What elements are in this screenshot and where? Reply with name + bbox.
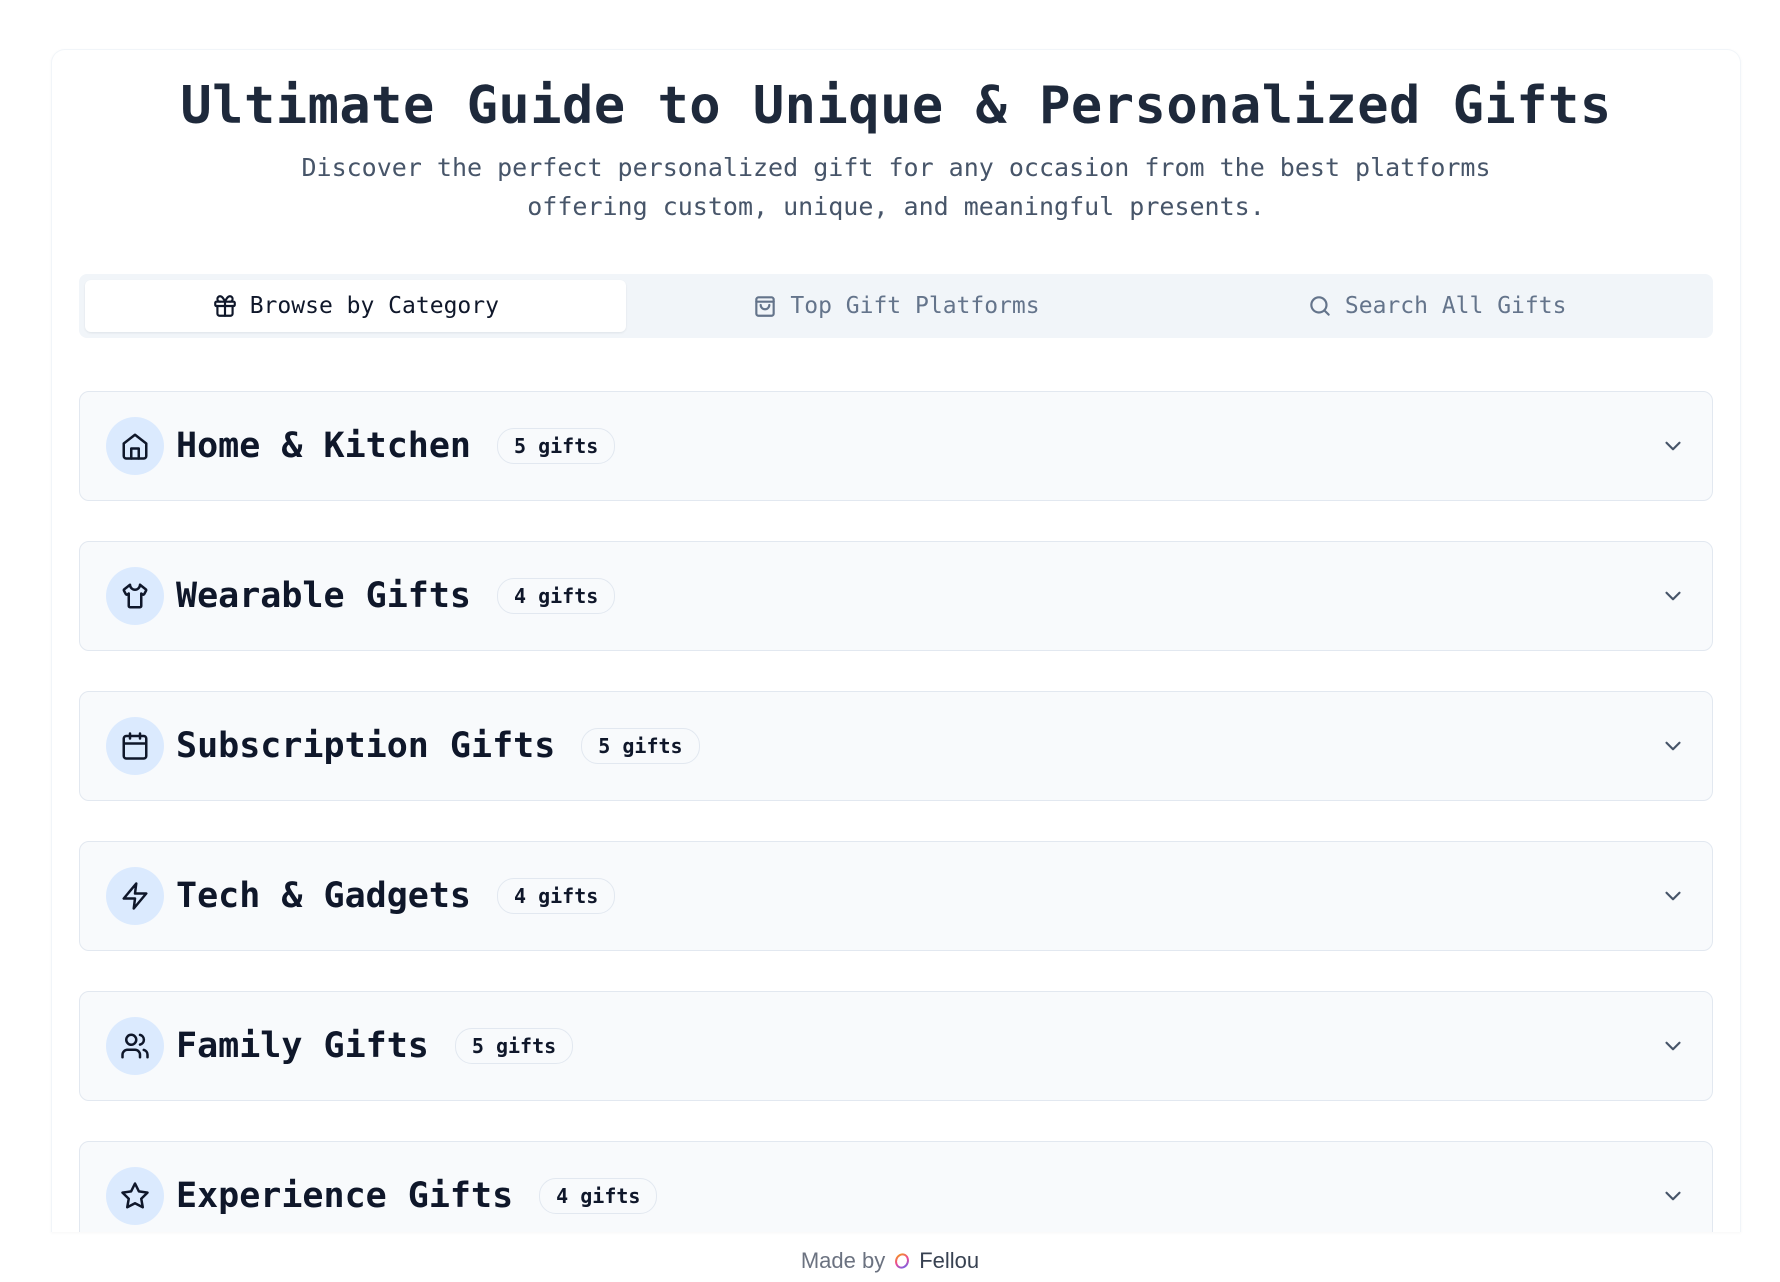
category-home-kitchen[interactable]: Home & Kitchen 5 gifts (79, 391, 1713, 501)
footer: Made by Fellou (0, 1248, 1780, 1274)
tab-bar: Browse by Category Top Gift Platforms Se… (79, 274, 1713, 338)
chevron-down-icon[interactable] (1660, 1183, 1686, 1209)
fellou-brand-link[interactable]: Fellou (919, 1248, 979, 1274)
category-icon-wrap (106, 1167, 164, 1225)
calendar-icon (122, 732, 148, 760)
gift-icon (213, 295, 236, 317)
tab-label: Top Gift Platforms (790, 293, 1040, 319)
gift-count-badge: 5 gifts (454, 1028, 574, 1064)
category-tech-gadgets[interactable]: Tech & Gadgets 4 gifts (79, 841, 1713, 951)
tab-label: Browse by Category (249, 293, 499, 319)
page-title: Ultimate Guide to Unique & Personalized … (180, 76, 1612, 136)
category-name: Wearable Gifts (176, 576, 472, 616)
chevron-down-icon[interactable] (1660, 883, 1686, 909)
gift-count-badge: 4 gifts (539, 1178, 658, 1214)
tab-search-all-gifts[interactable]: Search All Gifts (1166, 280, 1707, 332)
chevron-down-icon[interactable] (1660, 433, 1686, 459)
users-icon (121, 1033, 149, 1059)
category-name: Tech & Gadgets (176, 876, 472, 916)
gift-count-badge: 4 gifts (497, 878, 616, 914)
home-icon (122, 433, 148, 460)
tab-browse-by-category[interactable]: Browse by Category (85, 280, 626, 332)
gift-count-badge: 5 gifts (581, 728, 700, 764)
category-icon-wrap (106, 567, 164, 625)
chevron-down-icon[interactable] (1660, 1033, 1686, 1059)
category-icon-wrap (106, 717, 164, 775)
page-subtitle: Discover the perfect personalized gift f… (301, 153, 1491, 221)
category-family-gifts[interactable]: Family Gifts 5 gifts (79, 991, 1713, 1101)
category-icon-wrap (106, 1017, 164, 1075)
category-icon-wrap (106, 867, 164, 925)
category-name: Experience Gifts (176, 1176, 514, 1216)
category-icon-wrap (106, 417, 164, 475)
tab-label: Search All Gifts (1344, 293, 1567, 319)
category-name: Family Gifts (176, 1026, 429, 1066)
chevron-down-icon[interactable] (1660, 733, 1686, 759)
category-subscription-gifts[interactable]: Subscription Gifts 5 gifts (79, 691, 1713, 801)
made-by-label: Made by (800, 1248, 886, 1273)
lightning-icon (122, 882, 148, 910)
search-icon (1310, 296, 1330, 316)
main-card: Ultimate Guide to Unique & Personalized … (51, 49, 1741, 1232)
category-name: Subscription Gifts (176, 726, 556, 766)
tab-top-gift-platforms[interactable]: Top Gift Platforms (626, 280, 1167, 332)
category-wearable-gifts[interactable]: Wearable Gifts 4 gifts (79, 541, 1713, 651)
gift-count-badge: 5 gifts (497, 428, 616, 464)
shopping-bag-icon (755, 296, 776, 317)
category-experience-gifts[interactable]: Experience Gifts 4 gifts (79, 1141, 1713, 1232)
gift-count-badge: 4 gifts (497, 578, 616, 614)
category-name: Home & Kitchen (176, 426, 472, 466)
fellou-logo-icon (895, 1253, 910, 1269)
chevron-down-icon[interactable] (1660, 583, 1686, 609)
shirt-icon (122, 583, 148, 609)
star-icon (121, 1182, 149, 1209)
page: Ultimate Guide to Unique & Personalized … (0, 0, 1780, 1282)
